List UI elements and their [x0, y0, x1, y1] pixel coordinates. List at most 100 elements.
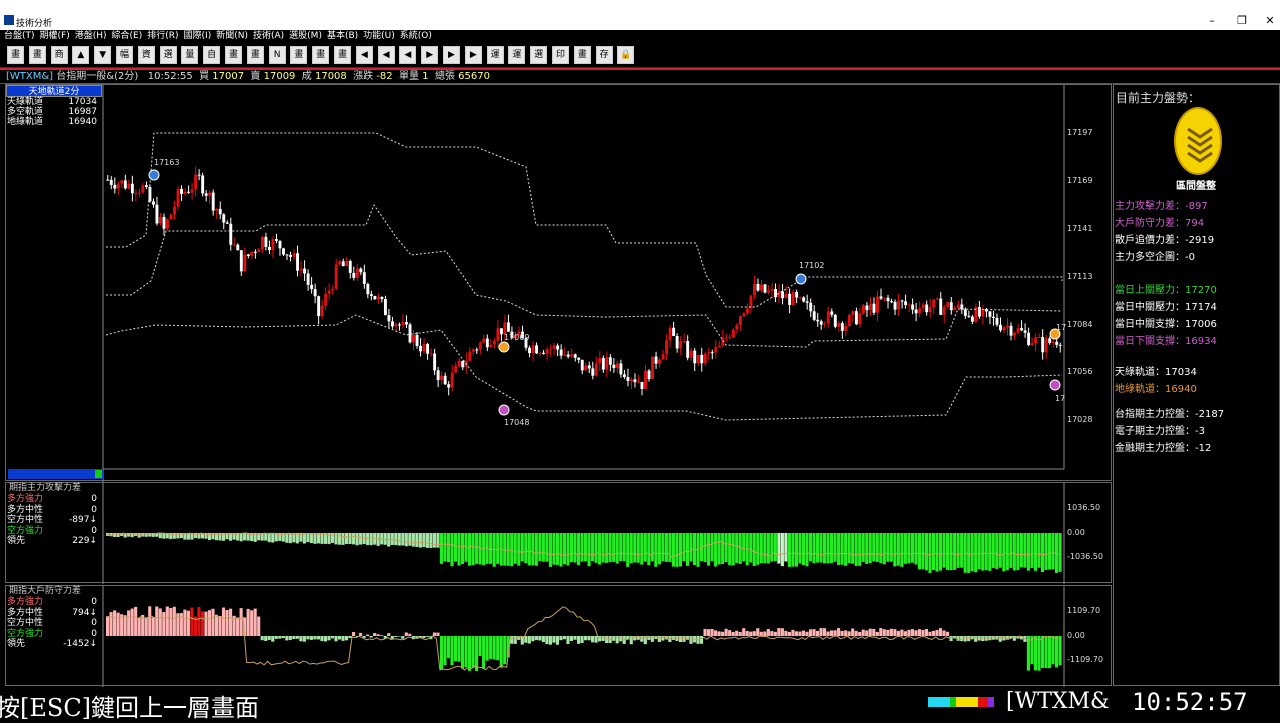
menu-item[interactable]: 基本(B) [327, 30, 358, 42]
attack-force-panel[interactable]: 期指主力攻擊力差 多方強力 0 多方中性 0 空方中性 -897↓ 空方強力 0 領先 229↓ … [5, 482, 1112, 584]
histogram-bar [819, 628, 823, 636]
price-chart-panel[interactable]: 17163 17048 17069 17102 17 17 天地軌道2分 天綠軌道 1703… [5, 84, 1113, 482]
low-marker-icon[interactable] [1049, 379, 1061, 391]
toolbar-button[interactable]: ▶ [464, 46, 482, 64]
toolbar-button[interactable]: 畫 [573, 46, 591, 64]
candle-body [781, 291, 785, 299]
histogram-bar [341, 636, 345, 641]
candle-body [475, 349, 479, 351]
menu-item[interactable]: 國際(I) [184, 30, 212, 42]
histogram-bar [907, 533, 911, 564]
histogram-bar [847, 631, 851, 636]
candle-body [707, 352, 711, 354]
toolbar-button[interactable]: ▲ [72, 46, 90, 64]
toolbar-button[interactable]: 畫 [334, 46, 351, 64]
histogram-bar [1026, 636, 1030, 671]
high-marker-icon[interactable] [148, 169, 160, 181]
low-marker-icon[interactable] [498, 404, 510, 416]
deal-label: 成 [301, 71, 312, 82]
menu-item[interactable]: 排行(R) [147, 30, 178, 42]
candle-body [823, 323, 827, 325]
histogram-bar [815, 630, 820, 636]
candle-body [408, 324, 412, 343]
candle-body [890, 301, 893, 303]
toolbar-button[interactable]: 自 [203, 46, 221, 64]
main-legend-title[interactable]: 天地軌道2分 [6, 85, 102, 97]
minimize-button[interactable]: – [1198, 14, 1226, 28]
sub1-legend-row: 空方強力 0 [6, 526, 102, 537]
candle-body [668, 327, 672, 341]
menu-item[interactable]: 綜合(E) [112, 30, 143, 42]
defense-force-panel[interactable]: 期指大戶防守力差 多方強力 0 多方中性 794↓ 空方中性 0 空方強力 0 領先 -1452↓… [5, 585, 1112, 687]
toolbar-button[interactable]: 印 [552, 46, 569, 64]
toolbar-button[interactable]: ▼ [94, 46, 112, 64]
toolbar-button[interactable]: 畫 [7, 46, 24, 64]
histogram-bar [998, 533, 1002, 568]
menu-item[interactable]: 期權(F) [40, 30, 70, 42]
chart-scrollbar[interactable] [8, 469, 103, 479]
toolbar-button[interactable]: 畫 [290, 46, 308, 64]
toolbar-button[interactable]: ◀ [377, 46, 395, 64]
menu-bar: 台盤(T) 期權(F) 港盤(H) 綜合(E) 排行(R) 國際(I) 新聞(N) 技術(A)… [0, 30, 1280, 42]
menu-item[interactable]: 台盤(T) [4, 30, 35, 42]
toolbar-button[interactable]: N [268, 46, 286, 64]
histogram-bar [1033, 533, 1037, 571]
toolbar-button[interactable]: 量 [181, 46, 199, 64]
histogram-bar [207, 610, 212, 636]
sub2-legend-row: 多方強力 0 [6, 597, 102, 608]
menu-item[interactable]: 選股(M) [289, 30, 322, 42]
candle-body [928, 307, 932, 313]
candlestick-chart[interactable]: 17163 17048 17069 17102 17 17 [6, 85, 1113, 482]
toolbar-button[interactable]: 🔒 [617, 46, 635, 64]
histogram-bar [703, 628, 707, 636]
histogram-bar [735, 630, 739, 636]
histogram-bar [717, 631, 721, 636]
candle-body [443, 375, 447, 385]
summary-line: 當日下關支撐：16934 [1115, 336, 1217, 347]
scroll-thumb[interactable] [95, 470, 102, 478]
histogram-bar [425, 636, 429, 637]
toolbar-button[interactable]: ▶ [421, 46, 439, 64]
sub1-title[interactable]: 期指主力攻擊力差 [6, 483, 102, 494]
menu-item[interactable]: 技術(A) [253, 30, 284, 42]
candle-body [1023, 330, 1027, 333]
mid-marker-icon[interactable] [498, 341, 510, 353]
menu-item[interactable]: 系統(O) [400, 30, 432, 42]
toolbar-button[interactable]: 畫 [246, 46, 264, 64]
toolbar-button[interactable]: 幅 [116, 46, 133, 64]
histogram-bar [840, 630, 844, 636]
toolbar-button[interactable]: ◀ [399, 46, 417, 64]
candle-body [433, 353, 437, 371]
menu-item[interactable]: 港盤(H) [75, 30, 107, 42]
histogram-bar [946, 533, 950, 571]
histogram-bar [808, 533, 813, 562]
toolbar-button[interactable]: ◀ [355, 46, 373, 64]
toolbar-button[interactable]: 運 [486, 46, 504, 64]
toolbar-button[interactable]: 畫 [312, 46, 330, 64]
toolbar-button[interactable]: 存 [595, 46, 613, 64]
candle-body [672, 327, 676, 336]
menu-item[interactable]: 功能(U) [363, 30, 395, 42]
close-button[interactable]: ✕ [1256, 14, 1280, 28]
high-marker-icon[interactable] [795, 273, 807, 285]
toolbar-button[interactable]: 運 [508, 46, 526, 64]
histogram-bar [566, 636, 570, 644]
candle-body [1030, 343, 1034, 346]
candle-body [106, 179, 110, 181]
candle-body [450, 372, 454, 388]
histogram-bar [569, 533, 574, 563]
maximize-button[interactable]: ❐ [1228, 14, 1256, 28]
toolbar-button[interactable]: 畫 [225, 46, 242, 64]
toolbar-button[interactable]: 選 [530, 46, 548, 64]
main-legend: 天地軌道2分 天綠軌道 17034 多空軌道 16987 地綠軌道 16940 [6, 85, 102, 127]
histogram-bar [510, 636, 514, 644]
menu-item[interactable]: 新聞(N) [216, 30, 248, 42]
toolbar-button[interactable]: 選 [159, 46, 177, 64]
toolbar-button[interactable]: ▶ [443, 46, 460, 64]
candle-body [225, 222, 229, 224]
histogram-bar [766, 533, 770, 564]
sub2-title[interactable]: 期指大戶防守力差 [6, 586, 102, 597]
toolbar-button[interactable]: 商 [50, 46, 68, 64]
toolbar-button[interactable]: 畫 [28, 46, 46, 64]
toolbar-button[interactable]: 資 [137, 46, 155, 64]
